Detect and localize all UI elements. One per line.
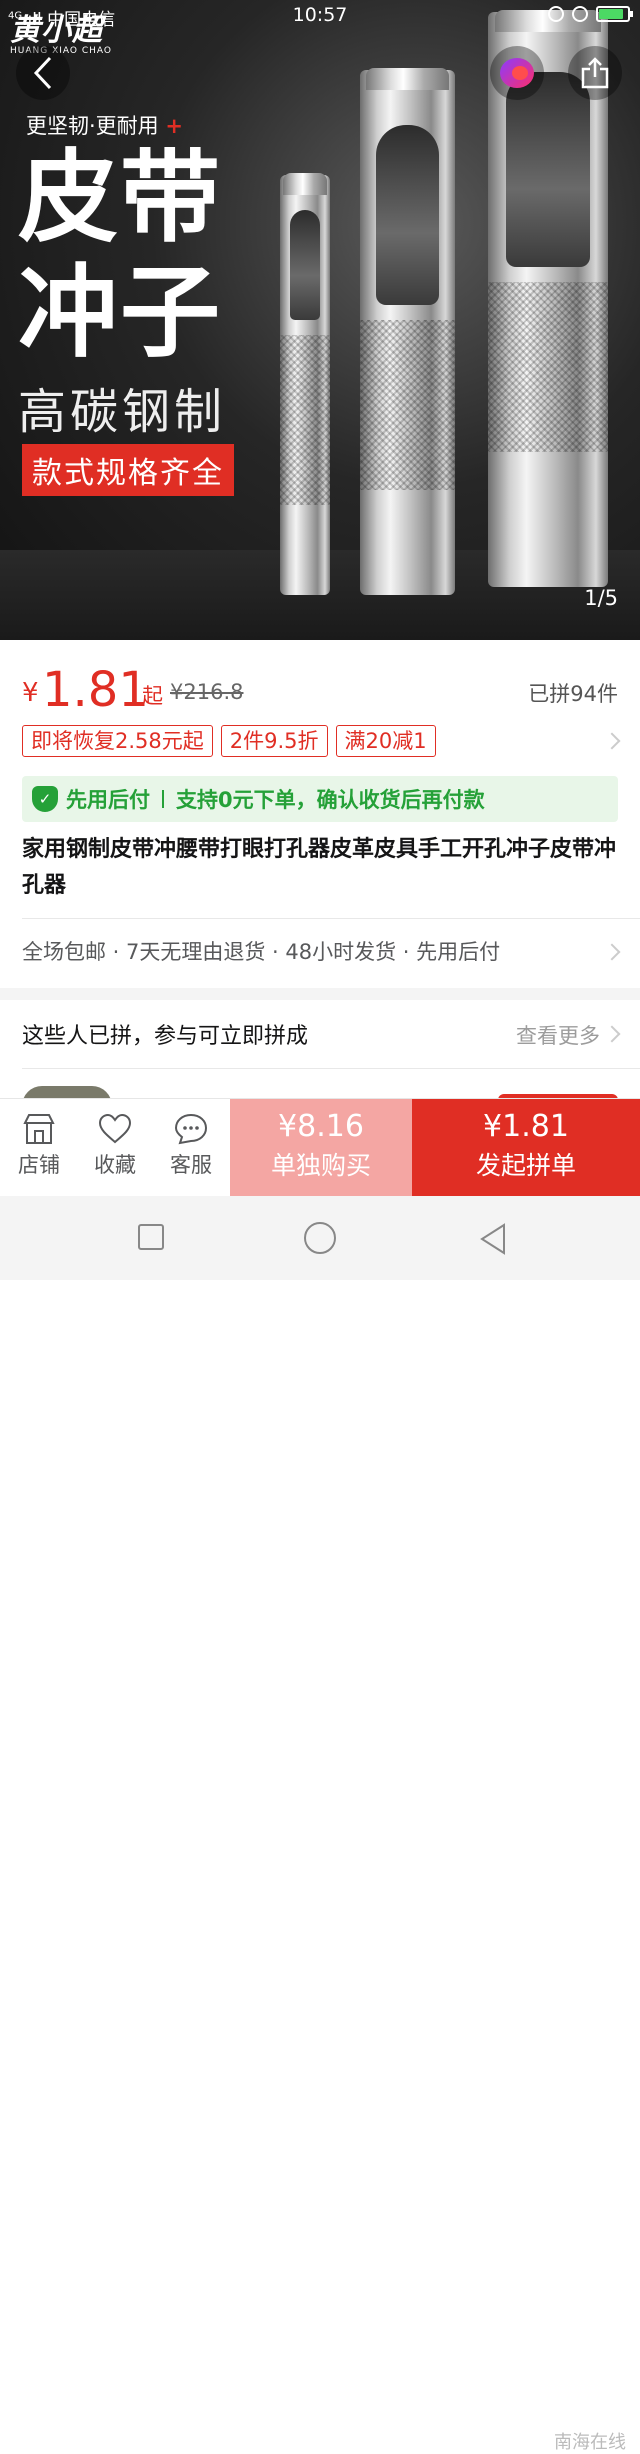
image-red-tag: 款式规格齐全 xyxy=(22,444,234,496)
price-currency: ¥ xyxy=(22,678,39,708)
product-title: 家用钢制皮带冲腰带打眼打孔器皮革皮具手工开孔冲子皮带冲孔器 xyxy=(22,837,617,898)
battery-icon xyxy=(596,6,633,22)
promo-tag: 即将恢复2.58元起 xyxy=(22,725,213,757)
home-icon[interactable] xyxy=(304,1222,336,1254)
back-button[interactable] xyxy=(16,46,70,100)
bottom-action-bar: 店铺 收藏 客服 ¥8.16 单独购买 ¥1.81 发起拼单 xyxy=(0,1098,640,1197)
shield-icon: ✓ xyxy=(32,786,58,812)
promo-tags[interactable]: 即将恢复2.58元起 2件9.5折 满20减1 xyxy=(22,725,436,757)
favorite-button[interactable]: 收藏 xyxy=(78,1109,152,1179)
sold-count: 已拼94件 xyxy=(528,682,618,706)
product-image-carousel[interactable]: 黄小超 HUANG XIAO CHAO 更坚韧·更耐用 + 皮带 冲子 高碳钢制… xyxy=(0,0,640,640)
group-buy-title: 这些人已拼，参与可立即拼成 xyxy=(22,1024,309,1049)
promo-chevron-icon[interactable] xyxy=(603,732,621,750)
customer-service-button[interactable]: 客服 xyxy=(154,1109,228,1179)
alarm-icon xyxy=(548,6,564,22)
divider xyxy=(22,1068,640,1069)
original-price: ¥216.8 xyxy=(170,680,244,704)
promo-tag: 满20减1 xyxy=(335,725,436,757)
system-navigation-bar: 南海在线 xyxy=(0,1196,640,2453)
promo-tag: 2件9.5折 xyxy=(220,725,328,757)
divider xyxy=(162,790,164,808)
mascot-icon xyxy=(500,58,534,88)
services-chevron-icon[interactable] xyxy=(603,943,621,961)
divider xyxy=(22,918,640,919)
image-tagline: 更坚韧·更耐用 + xyxy=(26,114,183,138)
punch-tool-medium xyxy=(360,68,455,595)
group-price: 1.81 xyxy=(42,662,149,718)
recent-apps-icon[interactable] xyxy=(138,1224,164,1250)
carousel-page-indicator: 1/5 xyxy=(584,586,618,610)
back-triangle-icon[interactable] xyxy=(478,1222,508,1256)
share-button[interactable] xyxy=(568,46,622,100)
image-subline: 高碳钢制 xyxy=(18,384,227,440)
price-row: ¥ 1.81 起 ¥216.8 已拼94件 xyxy=(22,660,618,720)
pay-later-text: 支持0元下单，确认收货后再付款 xyxy=(176,788,485,812)
share-icon xyxy=(581,57,609,89)
section-gap xyxy=(0,988,640,1000)
heart-icon xyxy=(98,1114,132,1144)
chat-bubble-icon xyxy=(174,1113,208,1145)
price-suffix: 起 xyxy=(142,684,163,708)
back-arrow-icon xyxy=(33,56,52,90)
clock: 10:57 xyxy=(292,4,348,26)
view-more-link[interactable]: 查看更多 xyxy=(516,1020,600,1050)
start-group-buy-button[interactable]: ¥1.81 发起拼单 xyxy=(412,1099,640,1197)
pay-later-label: 先用后付 xyxy=(66,788,150,812)
watermark: 南海在线 xyxy=(554,2432,626,2453)
service-guarantees[interactable]: 全场包邮 · 7天无理由退货 · 48小时发货 · 先用后付 xyxy=(22,936,500,966)
pay-later-banner[interactable]: ✓ 先用后付 支持0元下单，确认收货后再付款 xyxy=(22,776,618,822)
image-headline: 皮带 冲子 xyxy=(18,139,222,371)
clock-icon xyxy=(572,6,588,22)
store-button[interactable]: 店铺 xyxy=(2,1109,76,1179)
punch-tool-small xyxy=(280,173,330,595)
store-icon xyxy=(23,1114,55,1144)
mascot-button[interactable] xyxy=(490,46,544,100)
status-bar: 4G.ıll 中国电信 10:57 xyxy=(0,0,640,34)
group-buy-header: 这些人已拼，参与可立即拼成 查看更多 xyxy=(22,1018,618,1054)
buy-alone-button[interactable]: ¥8.16 单独购买 xyxy=(230,1099,412,1197)
